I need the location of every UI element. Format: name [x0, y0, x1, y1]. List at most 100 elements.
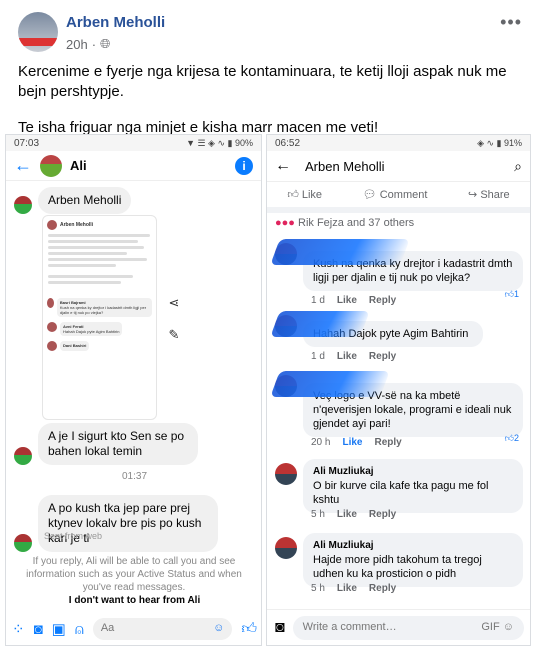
- redaction-scribble: [270, 371, 390, 397]
- more-options-icon[interactable]: •••: [500, 12, 522, 33]
- gif-icon[interactable]: GIF ☺: [481, 621, 514, 635]
- globe-icon: 🌐︎: [100, 36, 111, 51]
- nested-author: Arben Meholli: [60, 222, 94, 228]
- input-placeholder: Aa: [100, 622, 115, 634]
- like-icon: 👍︎: [504, 433, 514, 443]
- mic-icon[interactable]: ⍝: [75, 621, 84, 638]
- comment-item: Kush na qenka ky drejtor i kadastrit dmt…: [270, 239, 527, 309]
- message-row: Arben Meholli: [14, 187, 132, 214]
- back-arrow-icon[interactable]: ←: [275, 157, 291, 175]
- comment-bubble: Ali Muzliukaj O bir kurve cila kafe tka …: [303, 459, 523, 513]
- comment-bubble: Ali Muzliukaj Hajde more pidh takohum ta…: [303, 533, 523, 587]
- author-avatar[interactable]: [18, 12, 58, 52]
- comment-input[interactable]: Write a comment… GIF ☺: [292, 615, 524, 640]
- reactions-summary[interactable]: ●●● Rik Fejza and 37 others: [267, 213, 530, 233]
- reply-notice: If you reply, Ali will be able to call y…: [26, 556, 242, 593]
- comment-time: 20 h: [311, 437, 331, 448]
- info-icon[interactable]: i: [235, 156, 253, 175]
- redaction-scribble: [270, 311, 370, 337]
- back-arrow-icon[interactable]: ←: [14, 155, 32, 176]
- share-action[interactable]: ↪ Share: [468, 188, 510, 201]
- composer: ⁘ ◙ ▣ ⍝ Aa ☺ 👍︎: [6, 613, 261, 645]
- comment-like[interactable]: Like: [337, 295, 357, 306]
- post-actions: 👍︎ Like 💬︎ Comment ↪ Share: [267, 181, 530, 213]
- reaction-icons: ●●●: [275, 217, 295, 229]
- message-bubble[interactable]: A po kush tka jep pare prej ktynev lokal…: [38, 495, 218, 552]
- comment-text: Hajde more pidh takohum ta tregoj udhen …: [313, 554, 482, 580]
- comment-action[interactable]: 💬︎ Comment: [363, 188, 428, 201]
- message-input[interactable]: Aa ☺: [92, 618, 233, 640]
- status-bar: 06:52 ◈ ∿ ▮ 91%: [267, 135, 530, 151]
- comment-time: 1 d: [311, 295, 325, 306]
- status-time: 07:03: [14, 137, 40, 149]
- comment-time: 5 h: [311, 509, 325, 520]
- nested-avatar: [47, 220, 57, 230]
- comment-like[interactable]: Like: [342, 437, 362, 448]
- fb-title: Arben Meholli: [305, 158, 385, 174]
- commenter-avatar[interactable]: [275, 537, 297, 559]
- messenger-screenshot[interactable]: 07:03 ▼ ☰ ◈ ∿ ▮ 90% ← Ali i Arben Meholl…: [5, 134, 262, 646]
- post-header: Arben Meholli 20h · 🌐︎ •••: [0, 0, 536, 60]
- chat-header: ← Ali i: [6, 151, 261, 181]
- thumbs-up-icon[interactable]: 👍︎: [241, 620, 257, 638]
- comment-reply[interactable]: Reply: [374, 437, 401, 448]
- camera-icon[interactable]: ◙: [34, 621, 43, 638]
- dont-want-button[interactable]: I don't want to hear from Ali: [6, 595, 261, 606]
- message-row: A po kush tka jep pare prej ktynev lokal…: [14, 495, 218, 552]
- status-bar: 07:03 ▼ ☰ ◈ ∿ ▮ 90%: [6, 135, 261, 151]
- fb-header: ← Arben Meholli ⌕: [267, 151, 530, 181]
- contact-avatar[interactable]: [40, 154, 62, 177]
- comment-like[interactable]: Like: [337, 583, 357, 594]
- status-time: 06:52: [275, 137, 301, 149]
- like-count: 👍︎2: [504, 433, 519, 443]
- emoji-icon[interactable]: ☺: [213, 622, 224, 636]
- like-action[interactable]: 👍︎ Like: [287, 188, 322, 201]
- nested-comment-name: Dani Bashiri: [63, 343, 87, 348]
- sender-avatar: [14, 196, 32, 214]
- shared-screenshot[interactable]: Arben Meholli Basri Bajrami Kush na qenka…: [42, 215, 157, 420]
- status-icons: ◈ ∿ ▮ 91%: [477, 137, 522, 148]
- image-icon[interactable]: ▣: [52, 620, 66, 638]
- sender-avatar: [14, 447, 32, 465]
- time-separator: 01:37: [121, 471, 148, 482]
- comment-text: O bir kurve cila kafe tka pagu me fol ks…: [313, 480, 489, 506]
- comment-author[interactable]: Ali Muzliukaj: [313, 465, 513, 479]
- camera-icon[interactable]: ◙: [275, 619, 285, 637]
- edit-icon[interactable]: ✎: [166, 327, 182, 343]
- like-count: 👍︎1: [504, 289, 519, 299]
- comment-time: 5 h: [311, 583, 325, 594]
- post-time[interactable]: 20h: [66, 37, 88, 52]
- nested-comment-text: Kush na qenka ky drejtor i kadastrit dmt…: [59, 305, 147, 315]
- comment-author[interactable]: Ali Muzliukaj: [313, 539, 513, 553]
- redaction-scribble: [270, 239, 410, 265]
- comment-like[interactable]: Like: [337, 509, 357, 520]
- commenter-avatar[interactable]: [275, 463, 297, 485]
- comment-reply[interactable]: Reply: [369, 583, 396, 594]
- comment-item: Ali Muzliukaj O bir kurve cila kafe tka …: [275, 459, 527, 525]
- comment-time: 1 d: [311, 351, 325, 362]
- menu-dots-icon[interactable]: ⁘: [12, 620, 25, 638]
- comment-reply[interactable]: Reply: [369, 295, 396, 306]
- comment-item: Hahah Dajok pyte Agim Bahtirin 1 d Like …: [270, 311, 527, 367]
- message-row: A je I sigurt kto Sen se po bahen lokal …: [14, 423, 198, 465]
- comment-reply[interactable]: Reply: [369, 509, 396, 520]
- message-bubble[interactable]: A je I sigurt kto Sen se po bahen lokal …: [38, 423, 198, 465]
- comment-like[interactable]: Like: [337, 351, 357, 362]
- comments-screenshot[interactable]: 06:52 ◈ ∿ ▮ 91% ← Arben Meholli ⌕ 👍︎ Lik…: [266, 134, 531, 646]
- chat-name[interactable]: Ali: [70, 158, 87, 173]
- search-icon[interactable]: ⌕: [514, 158, 522, 175]
- sent-from-label: Sent from web: [44, 531, 103, 541]
- status-icons: ▼ ☰ ◈ ∿ ▮ 90%: [186, 137, 253, 148]
- sender-avatar: [14, 534, 32, 552]
- message-bubble[interactable]: Arben Meholli: [38, 187, 132, 214]
- comment-reply[interactable]: Reply: [369, 351, 396, 362]
- comment-item: Veç logo e VV-së na ka mbetë n'qeverisje…: [270, 371, 527, 451]
- share-icon[interactable]: ⋖: [166, 295, 182, 311]
- post-paragraph-1: Kercenime e fyerje nga krijesa te kontam…: [18, 63, 507, 100]
- post-meta: 20h · 🌐︎: [66, 36, 111, 52]
- comment-item: Ali Muzliukaj Hajde more pidh takohum ta…: [275, 533, 527, 599]
- nested-comment-text: Hahah Dajok pyte Agim Bahtirin: [63, 329, 120, 334]
- author-name[interactable]: Arben Meholli: [66, 14, 165, 31]
- write-comment-bar: ◙ Write a comment… GIF ☺: [267, 609, 530, 645]
- like-icon: 👍︎: [504, 289, 514, 299]
